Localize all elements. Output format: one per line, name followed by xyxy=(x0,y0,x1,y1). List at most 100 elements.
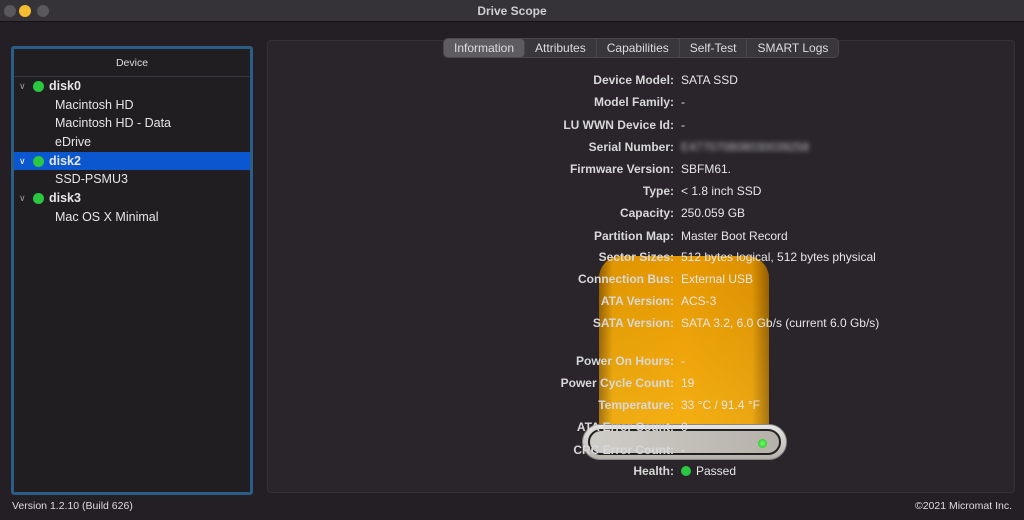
info-value: Master Boot Record xyxy=(681,229,788,243)
volume-label: SSD-PSMU3 xyxy=(55,172,128,187)
chevron-down-icon[interactable]: ∨ xyxy=(19,189,26,208)
info-value-text: 512 bytes logical, 512 bytes physical xyxy=(681,250,876,264)
volume-label: Macintosh HD - Data xyxy=(55,116,172,131)
info-value-text: - xyxy=(681,117,685,132)
info-value: 250.059 GB xyxy=(681,206,745,220)
info-row: Power On Hours: - xyxy=(430,354,930,372)
tab-bar: Information Attributes Capabilities Self-Te… xyxy=(443,38,840,58)
copyright-label: ©2021 Micromat Inc. xyxy=(914,500,1012,512)
volume-label: Mac OS X Minimal xyxy=(55,209,159,224)
info-label: SATA Version: xyxy=(592,316,674,330)
info-value: 512 bytes logical, 512 bytes physical xyxy=(681,250,876,264)
title-bar: Drive Scope xyxy=(0,0,1024,22)
info-value: < 1.8 inch SSD xyxy=(681,184,761,198)
info-value-text: Passed xyxy=(696,464,737,478)
info-value: - xyxy=(681,443,685,457)
sidebar-disk-item[interactable]: ∨ disk3 xyxy=(14,189,250,208)
info-value: SATA SSD xyxy=(681,73,738,87)
info-value-text: External USB xyxy=(681,272,754,286)
info-label: Connection Bus: xyxy=(578,272,674,286)
device-sidebar: Device ∨ disk0 Macintosh HD Macintosh HD - … xyxy=(11,46,253,495)
info-label: Partition Map: xyxy=(594,228,674,243)
info-label: Firmware Version: xyxy=(569,162,674,176)
sidebar-volume-item[interactable]: SSD-PSMU3 xyxy=(14,170,250,189)
chevron-down-icon[interactable]: ∨ xyxy=(19,77,26,96)
sidebar-volume-item[interactable]: Mac OS X Minimal xyxy=(14,208,250,227)
chevron-down-icon[interactable]: ∨ xyxy=(19,152,26,171)
sidebar-disk-item[interactable]: ∨ disk0 xyxy=(14,77,250,96)
info-value: 19 xyxy=(681,376,694,390)
info-row: Power Cycle Count: 19 xyxy=(430,376,930,394)
info-value: - xyxy=(681,95,685,109)
info-label: Type: xyxy=(642,184,674,198)
device-column-header[interactable]: Device xyxy=(14,49,250,77)
info-label: ATA Version: xyxy=(600,294,674,308)
info-value-text: 19 xyxy=(681,376,695,390)
sidebar-disk-item[interactable]: ∨ disk2 xyxy=(14,151,250,171)
tab-capabilities[interactable]: Capabilities xyxy=(597,39,680,57)
info-label: CRC Error Count: xyxy=(573,442,674,457)
info-row: Capacity: 250.059 GB xyxy=(430,206,930,224)
window-title: Drive Scope xyxy=(477,4,547,18)
info-row: Firmware Version: SBFM61. xyxy=(430,162,930,180)
info-value: ACS-3 xyxy=(681,294,716,308)
info-value-text: Master Boot Record xyxy=(681,228,788,243)
tab-attributes[interactable]: Attributes xyxy=(525,39,597,57)
info-value-text: - xyxy=(681,95,685,109)
info-value: E477070808030039258 xyxy=(681,140,809,154)
info-label: Sector Sizes: xyxy=(598,250,674,264)
info-value-text: - xyxy=(681,354,685,368)
info-value: SATA 3.2, 6.0 Gb/s (current 6.0 Gb/s) xyxy=(681,316,879,330)
disk-label: disk3 xyxy=(49,191,81,206)
info-row: Partition Map: Master Boot Record xyxy=(430,229,930,247)
info-row: Connection Bus: External USB xyxy=(430,272,930,290)
info-value-text: SBFM61. xyxy=(681,162,732,176)
info-value-text: E477070808030039258 xyxy=(681,139,810,154)
tab-information[interactable]: Information xyxy=(444,39,526,57)
sidebar-volume-item[interactable]: eDrive xyxy=(14,133,250,152)
tab-self-test[interactable]: Self-Test xyxy=(680,39,748,57)
info-value: SBFM61. xyxy=(681,162,731,176)
info-row: Device Model: SATA SSD xyxy=(430,73,930,91)
info-row: ATA Version: ACS-3 xyxy=(430,294,930,312)
info-label: Capacity: xyxy=(619,206,674,220)
disk-label: disk0 xyxy=(49,79,81,93)
info-row: CRC Error Count: - xyxy=(430,443,930,461)
tab-smart-logs[interactable]: SMART Logs xyxy=(747,39,838,57)
info-label: Power Cycle Count: xyxy=(560,376,674,390)
info-label: Health: xyxy=(633,464,674,478)
info-row: Health: Passed xyxy=(430,464,930,482)
info-row: Temperature: 33 °C / 91.4 °F xyxy=(430,398,930,416)
status-dot-icon xyxy=(33,193,44,205)
info-row: Serial Number: E477070808030039258 xyxy=(430,140,930,158)
info-label: Temperature: xyxy=(598,398,674,412)
info-label: Serial Number: xyxy=(588,139,674,154)
info-value-text: 250.059 GB xyxy=(681,206,746,220)
info-value: - xyxy=(681,354,685,368)
info-value: Passed xyxy=(681,464,736,478)
sidebar-volume-item[interactable]: Macintosh HD xyxy=(14,96,250,115)
info-row: LU WWN Device Id: - xyxy=(430,118,930,136)
info-value-text: ACS-3 xyxy=(681,294,717,308)
info-value-text: SATA SSD xyxy=(681,73,738,87)
info-value-text: - xyxy=(681,442,685,457)
info-row: Type: < 1.8 inch SSD xyxy=(430,184,930,202)
info-label: ATA Error Count: xyxy=(576,420,674,434)
info-row: ATA Error Count: 0 xyxy=(430,420,930,438)
info-row: SATA Version: SATA 3.2, 6.0 Gb/s (current… xyxy=(430,316,930,334)
health-status-icon xyxy=(681,466,691,476)
info-row: Model Family: - xyxy=(430,95,930,113)
info-label: LU WWN Device Id: xyxy=(563,117,674,132)
disk-label: disk2 xyxy=(49,153,81,168)
volume-label: eDrive xyxy=(55,135,92,150)
info-label: Model Family: xyxy=(593,95,674,109)
sidebar-volume-item[interactable]: Macintosh HD - Data xyxy=(14,114,250,133)
info-value-text: 0 xyxy=(681,420,688,434)
info-value: External USB xyxy=(681,272,753,286)
info-value: - xyxy=(681,118,685,132)
info-value-text: 33 °C / 91.4 °F xyxy=(681,398,760,412)
volume-label: Macintosh HD xyxy=(55,97,134,112)
info-value: 33 °C / 91.4 °F xyxy=(681,398,760,412)
info-row: Sector Sizes: 512 bytes logical, 512 byte… xyxy=(430,250,930,268)
info-label: Power On Hours: xyxy=(575,354,674,368)
